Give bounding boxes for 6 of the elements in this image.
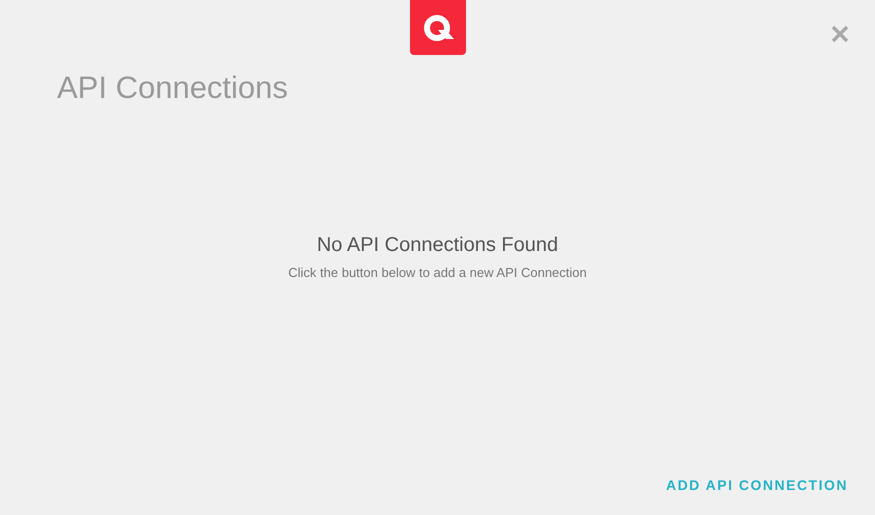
empty-state-heading: No API Connections Found bbox=[316, 234, 558, 257]
logo-icon bbox=[410, 0, 466, 55]
page-title: API Connections bbox=[57, 70, 288, 106]
close-icon[interactable] bbox=[831, 25, 849, 43]
empty-state-message: Click the button below to add a new API Connection bbox=[288, 265, 587, 280]
add-api-connection-button[interactable]: ADD API CONNECTION bbox=[666, 477, 848, 493]
